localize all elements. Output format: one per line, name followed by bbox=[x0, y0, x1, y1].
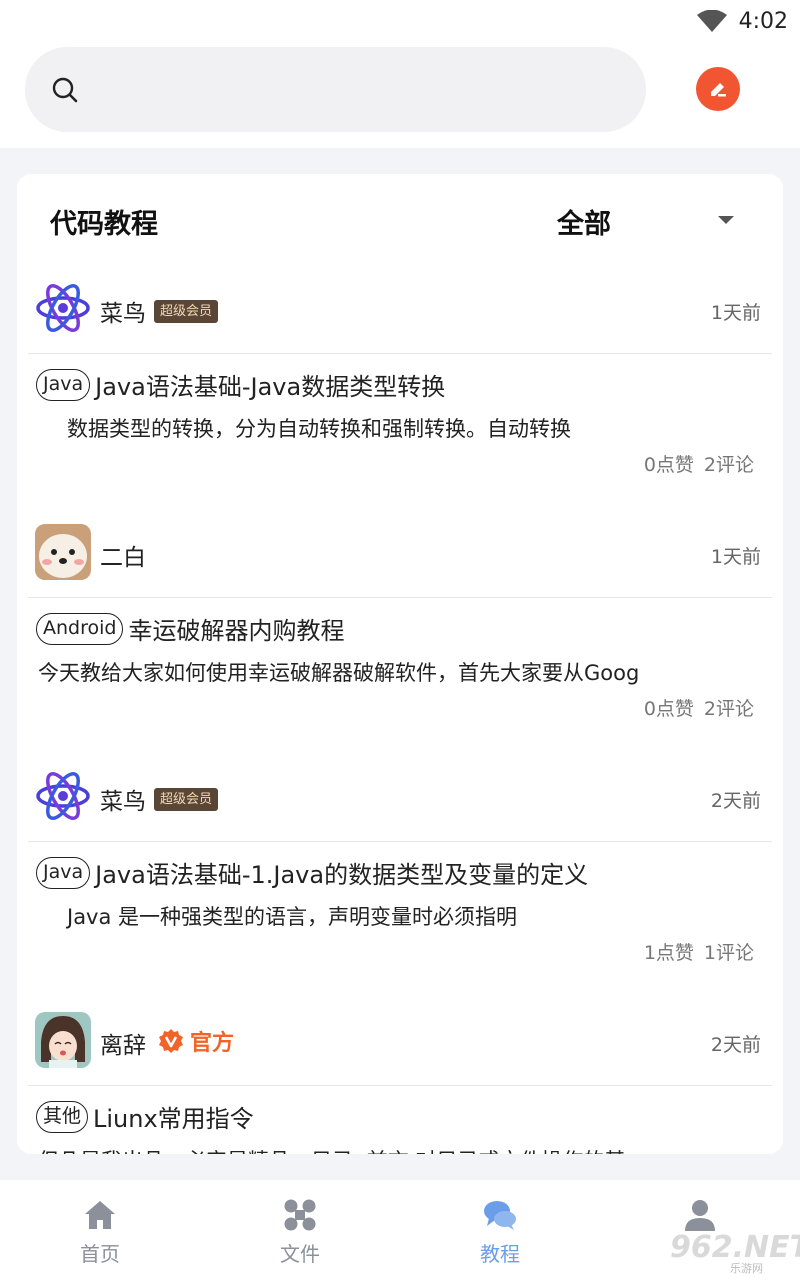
post-header: 菜鸟 超级会员 2天前 bbox=[28, 752, 772, 842]
post-tag: Android bbox=[36, 612, 124, 645]
status-bar: 4:02 bbox=[696, 6, 788, 36]
post-stats: 1点赞 1评论 bbox=[644, 938, 754, 965]
edit-icon bbox=[711, 83, 726, 97]
post-stats: 0点赞 2评论 bbox=[644, 694, 754, 721]
post-tag: 其他 bbox=[36, 1100, 89, 1133]
username[interactable]: 离辞 bbox=[100, 1026, 146, 1060]
avatar[interactable] bbox=[35, 768, 91, 824]
username[interactable]: 菜鸟 bbox=[100, 294, 146, 328]
tutorial-chat-icon bbox=[484, 1201, 516, 1230]
search-icon bbox=[52, 77, 78, 103]
post-time: 2天前 bbox=[710, 790, 761, 812]
chevron-down-icon[interactable] bbox=[718, 216, 734, 224]
post-title[interactable]: 幸运破解器内购教程 bbox=[128, 611, 344, 646]
nav-home[interactable]: 首页 bbox=[0, 1180, 200, 1280]
username[interactable]: 菜鸟 bbox=[100, 782, 146, 816]
vip-badge: 超级会员 bbox=[154, 300, 219, 323]
profile-icon bbox=[685, 1200, 715, 1231]
post-summary: Java 是一种强类型的语言，声明变量时必须指明 bbox=[67, 905, 518, 929]
avatar[interactable] bbox=[35, 1012, 91, 1068]
post-title[interactable]: Java语法基础-Java数据类型转换 bbox=[95, 367, 445, 402]
post-tag: Java bbox=[36, 368, 91, 401]
nav-tutorial-label: 教程 bbox=[480, 1242, 520, 1266]
nav-tutorial[interactable]: 教程 bbox=[400, 1180, 600, 1280]
filter-dropdown[interactable]: 全部 bbox=[557, 202, 611, 241]
post-title[interactable]: Java语法基础-1.Java的数据类型及变量的定义 bbox=[95, 855, 588, 890]
wifi-icon bbox=[696, 10, 727, 32]
file-icon bbox=[284, 1199, 316, 1231]
verified-icon bbox=[159, 1029, 183, 1053]
likes-count[interactable]: 0点赞 bbox=[644, 450, 694, 477]
username[interactable]: 二白 bbox=[100, 538, 146, 572]
watermark-sub: 乐游网 bbox=[730, 1262, 763, 1275]
official-label: 官方 bbox=[190, 1031, 235, 1056]
dog-avatar-icon bbox=[35, 524, 91, 580]
post-summary: 今天教给大家如何使用幸运破解器破解软件，首先大家要从Goog bbox=[38, 661, 640, 685]
anime-avatar-icon bbox=[35, 1012, 91, 1068]
tutorial-card: 代码教程 全部 菜鸟 超级会员 1天前 Java Java语法基础-Java数据… bbox=[17, 174, 783, 1154]
post-title-row[interactable]: Java Java语法基础-1.Java的数据类型及变量的定义 bbox=[36, 855, 588, 890]
card-header: 代码教程 全部 bbox=[17, 174, 783, 264]
post-title[interactable]: Liunx常用指令 bbox=[93, 1099, 254, 1134]
post-header: 离辞 官方 2天前 bbox=[28, 996, 772, 1086]
comments-count[interactable]: 2评论 bbox=[704, 450, 754, 477]
avatar[interactable] bbox=[35, 524, 91, 580]
nav-home-label: 首页 bbox=[80, 1242, 120, 1266]
comments-count[interactable]: 1评论 bbox=[704, 938, 754, 965]
post-time: 1天前 bbox=[710, 302, 761, 324]
post-item[interactable]: 菜鸟 超级会员 2天前 Java Java语法基础-1.Java的数据类型及变量… bbox=[17, 752, 783, 996]
atom-logo-icon bbox=[36, 772, 90, 820]
post-tag: Java bbox=[36, 856, 91, 889]
likes-count[interactable]: 0点赞 bbox=[644, 694, 694, 721]
home-icon bbox=[85, 1201, 115, 1229]
search-bar[interactable] bbox=[25, 47, 646, 132]
post-title-row[interactable]: 其他 Liunx常用指令 bbox=[36, 1099, 254, 1134]
atom-logo-icon bbox=[36, 284, 90, 332]
post-summary: 数据类型的转换，分为自动转换和强制转换。自动转换 bbox=[67, 417, 571, 441]
avatar[interactable] bbox=[35, 280, 91, 336]
post-header: 二白 1天前 bbox=[28, 508, 772, 598]
post-header: 菜鸟 超级会员 1天前 bbox=[28, 264, 772, 354]
compose-button[interactable] bbox=[696, 67, 740, 111]
section-title: 代码教程 bbox=[50, 209, 158, 240]
likes-count[interactable]: 1点赞 bbox=[644, 938, 694, 965]
post-item[interactable]: 二白 1天前 Android 幸运破解器内购教程 今天教给大家如何使用幸运破解器… bbox=[17, 508, 783, 752]
vip-badge: 超级会员 bbox=[154, 788, 219, 811]
status-time: 4:02 bbox=[738, 8, 788, 34]
comments-count[interactable]: 2评论 bbox=[704, 694, 754, 721]
post-time: 1天前 bbox=[710, 546, 761, 568]
watermark-logo: 962.NET 乐游网 bbox=[670, 1230, 800, 1276]
post-item[interactable]: 菜鸟 超级会员 1天前 Java Java语法基础-Java数据类型转换 数据类… bbox=[17, 264, 783, 508]
post-summary: 但凡是我出品，必定是精品。目录: 前言 对目录或文件操作的基 bbox=[38, 1145, 625, 1154]
post-item[interactable]: 离辞 官方 2天前 其他 Liunx常用指令 但凡是我出品，必定是精品。目录: … bbox=[17, 996, 783, 1154]
nav-file-label: 文件 bbox=[280, 1242, 320, 1266]
post-time: 2天前 bbox=[710, 1034, 761, 1056]
post-stats: 0点赞 2评论 bbox=[644, 450, 754, 477]
official-badge: 官方 bbox=[158, 1025, 234, 1057]
nav-file[interactable]: 文件 bbox=[200, 1180, 400, 1280]
search-input[interactable] bbox=[95, 47, 625, 132]
top-bar: 4:02 bbox=[0, 0, 800, 148]
post-title-row[interactable]: Android 幸运破解器内购教程 bbox=[36, 611, 344, 646]
post-title-row[interactable]: Java Java语法基础-Java数据类型转换 bbox=[36, 367, 445, 402]
